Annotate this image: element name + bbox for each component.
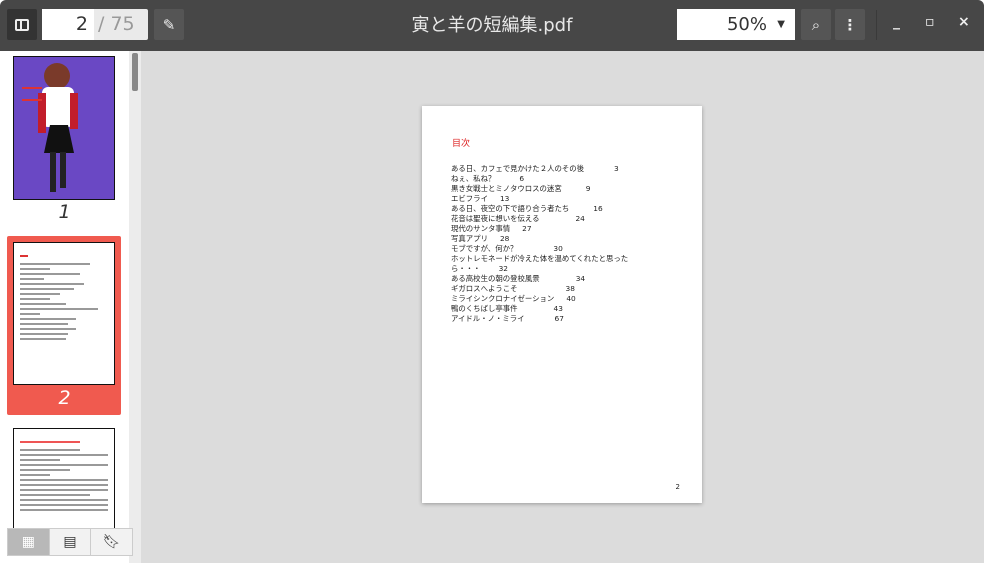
sidebar-scrollbar[interactable] [129, 51, 141, 563]
toc-entry[interactable]: ある日、夜空の下で語り合う者たち 16 [451, 204, 628, 214]
more-vertical-icon: ⋮ [842, 15, 858, 34]
pdf-page: 目次 ある日、カフェで見かけた２人のその後 3 ねぇ、私ね？ 6 黒き女戦士とミノタウロ… [422, 106, 702, 503]
toc-entry-page: 40 [566, 294, 576, 303]
toc-entry-page: 28 [499, 234, 510, 243]
toc-entry[interactable]: 花音は聖夜に想いを伝える 24 [451, 214, 628, 224]
toc-entry[interactable]: ある高校生の朝の登校風景 34 [451, 274, 628, 284]
thumbnail-page-3[interactable] [13, 428, 115, 528]
maximize-button[interactable]: ▫ [925, 14, 935, 30]
search-button[interactable]: ⌕ [801, 9, 831, 40]
pdf-viewer-window: 2 / 75 ✎ 寅と羊の短編集.pdf 50% ▼ ⌕ ⋮ _ ▫ × 1 2 … [0, 0, 984, 563]
toc-entry-title: 黒き女戦士とミノタウロスの迷宮 [451, 184, 562, 193]
toc-heading: 目次 [452, 139, 471, 149]
toc-entry[interactable]: モブですが、何か？ 30 [451, 244, 628, 254]
toc-entry-page: 43 [553, 304, 563, 313]
tab-bookmarks[interactable]: 🔖︎ [91, 529, 132, 555]
toc-entry[interactable]: 写真アプリ 28 [451, 234, 628, 244]
toc-entry-page: 24 [575, 214, 585, 223]
toc-entry-page: 30 [553, 244, 563, 253]
toc-entry-page: 67 [554, 314, 564, 323]
toc-entry-page: 32 [498, 264, 508, 273]
chevron-down-icon: ▼ [777, 19, 785, 30]
zoom-select[interactable]: 50% ▼ [677, 9, 795, 40]
toc-entry[interactable]: エビフライ 13 [451, 194, 628, 204]
sidebar-tabs: ▦ ▤ 🔖︎ [7, 528, 133, 556]
menu-button[interactable]: ⋮ [835, 9, 865, 40]
toc-entry-title: モブですが、何か？ [451, 244, 518, 253]
minimize-button[interactable]: _ [893, 14, 900, 30]
toc-entry-page: 27 [522, 224, 532, 233]
page-number: 2 [675, 483, 680, 491]
toc-entry-title: ねぇ、私ね？ [451, 174, 496, 183]
sidebar-scrollbar-thumb[interactable] [132, 53, 138, 91]
grid-icon: ▦ [21, 534, 35, 550]
toc-entry-page: 6 [519, 174, 525, 183]
toc-entry-title: ある日、カフェで見かけた２人のその後 [451, 164, 585, 173]
pencil-icon: ✎ [162, 15, 176, 34]
toc-entry-title: 写真アプリ [451, 234, 488, 243]
sidebar-toggle-button[interactable] [7, 9, 37, 40]
thumbnail-label: 2 [58, 387, 71, 409]
toc-entry-page: 13 [499, 194, 510, 203]
divider [876, 10, 877, 40]
toc-entry-title: 鴨のくちばし亭事件 [451, 304, 518, 313]
toc-entry-title: ある高校生の朝の登校風景 [451, 274, 540, 283]
toc-entry-page: 34 [575, 274, 586, 283]
thumbnail-label: 1 [58, 201, 71, 223]
cover-figure [44, 63, 70, 89]
toc-entry-page: 16 [593, 204, 603, 213]
bookmark-icon: 🔖︎ [102, 534, 121, 550]
page-number-field[interactable]: 2 / 75 [42, 9, 148, 40]
thumbnail-page-2[interactable] [13, 242, 115, 385]
toc-entry-page: 38 [565, 284, 575, 293]
tab-annotations[interactable]: ▤ [50, 529, 92, 555]
toc-entry[interactable]: ねぇ、私ね？ 6 [451, 174, 628, 184]
toc-entry-title: ミライシンクロナイゼーション [451, 294, 555, 303]
toc-entry-title: ある日、夜空の下で語り合う者たち [451, 204, 570, 213]
toolbar: 2 / 75 ✎ 寅と羊の短編集.pdf 50% ▼ ⌕ ⋮ _ ▫ × [0, 0, 984, 51]
toc-entry[interactable]: ミライシンクロナイゼーション 40 [451, 294, 628, 304]
sidebar-icon [15, 18, 29, 31]
toc-entry[interactable]: ホットレモネードが冷えた体を温めてくれたと思った ら・・・ 32 [451, 254, 628, 274]
toc-entry-title: ギガロスへようこそ [451, 284, 518, 293]
close-button[interactable]: × [958, 14, 970, 30]
total-pages: / 75 [98, 13, 135, 35]
toc-entry-page: 9 [585, 184, 591, 193]
tab-thumbnails[interactable]: ▦ [8, 529, 50, 555]
toc-entry[interactable]: ギガロスへようこそ 38 [451, 284, 628, 294]
toc-entry-title: 現代のサンタ事情 [451, 224, 511, 233]
annotate-button[interactable]: ✎ [154, 9, 184, 40]
thumbnail-page-1[interactable] [13, 56, 115, 200]
toc-entry[interactable]: アイドル・ノ・ミライ 67 [451, 314, 628, 324]
zoom-value: 50% [726, 14, 767, 35]
current-page-input[interactable]: 2 [42, 9, 94, 40]
toc-entry[interactable]: 黒き女戦士とミノタウロスの迷宮 9 [451, 184, 628, 194]
toc-entry[interactable]: 鴨のくちばし亭事件 43 [451, 304, 628, 314]
table-of-contents: ある日、カフェで見かけた２人のその後 3 ねぇ、私ね？ 6 黒き女戦士とミノタウロスの迷… [451, 164, 628, 324]
toc-entry[interactable]: ある日、カフェで見かけた２人のその後 3 [451, 164, 628, 174]
toc-entry-page: 3 [614, 164, 619, 173]
toc-entry-title: アイドル・ノ・ミライ [451, 314, 525, 323]
comment-icon: ▤ [63, 534, 77, 550]
toc-entry-title: 花音は聖夜に想いを伝える [451, 214, 540, 223]
toc-entry-title: ホットレモネードが冷えた体を温めてくれたと思った ら・・・ [451, 254, 629, 273]
search-icon: ⌕ [811, 15, 821, 34]
toc-entry-title: エビフライ [451, 194, 488, 203]
toc-entry[interactable]: 現代のサンタ事情 27 [451, 224, 628, 234]
